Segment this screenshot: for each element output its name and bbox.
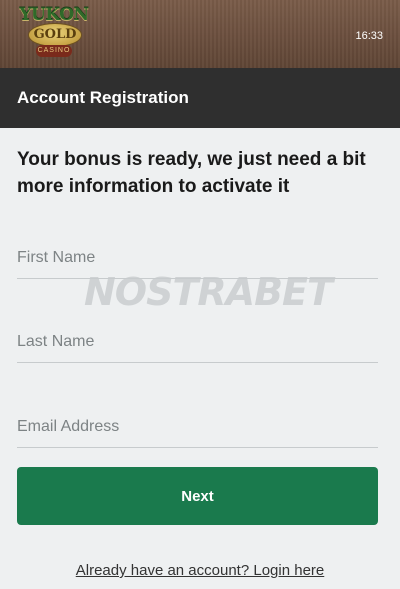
logo-wordmark-top: YUKON	[19, 5, 89, 25]
email-field	[17, 407, 378, 448]
yukon-gold-casino-logo[interactable]: YUKON GOLD CASINO	[14, 5, 94, 61]
last-name-input[interactable]	[17, 322, 378, 362]
page-title: Account Registration	[17, 88, 189, 107]
next-button[interactable]: Next	[17, 467, 378, 525]
status-time: 16:33	[355, 30, 383, 42]
bonus-intro-text: Your bonus is ready, we just need a bit …	[17, 149, 366, 197]
top-bar: YUKON GOLD CASINO 16:33	[0, 0, 400, 68]
last-name-field	[17, 322, 378, 363]
page-header: Account Registration	[0, 68, 400, 128]
login-link[interactable]: Already have an account? Login here	[0, 562, 400, 579]
first-name-field	[17, 238, 378, 279]
logo-wordmark-gold: GOLD	[28, 23, 82, 47]
logo-wordmark-casino: CASINO	[36, 45, 72, 57]
email-input[interactable]	[17, 407, 378, 447]
first-name-input[interactable]	[17, 238, 378, 278]
